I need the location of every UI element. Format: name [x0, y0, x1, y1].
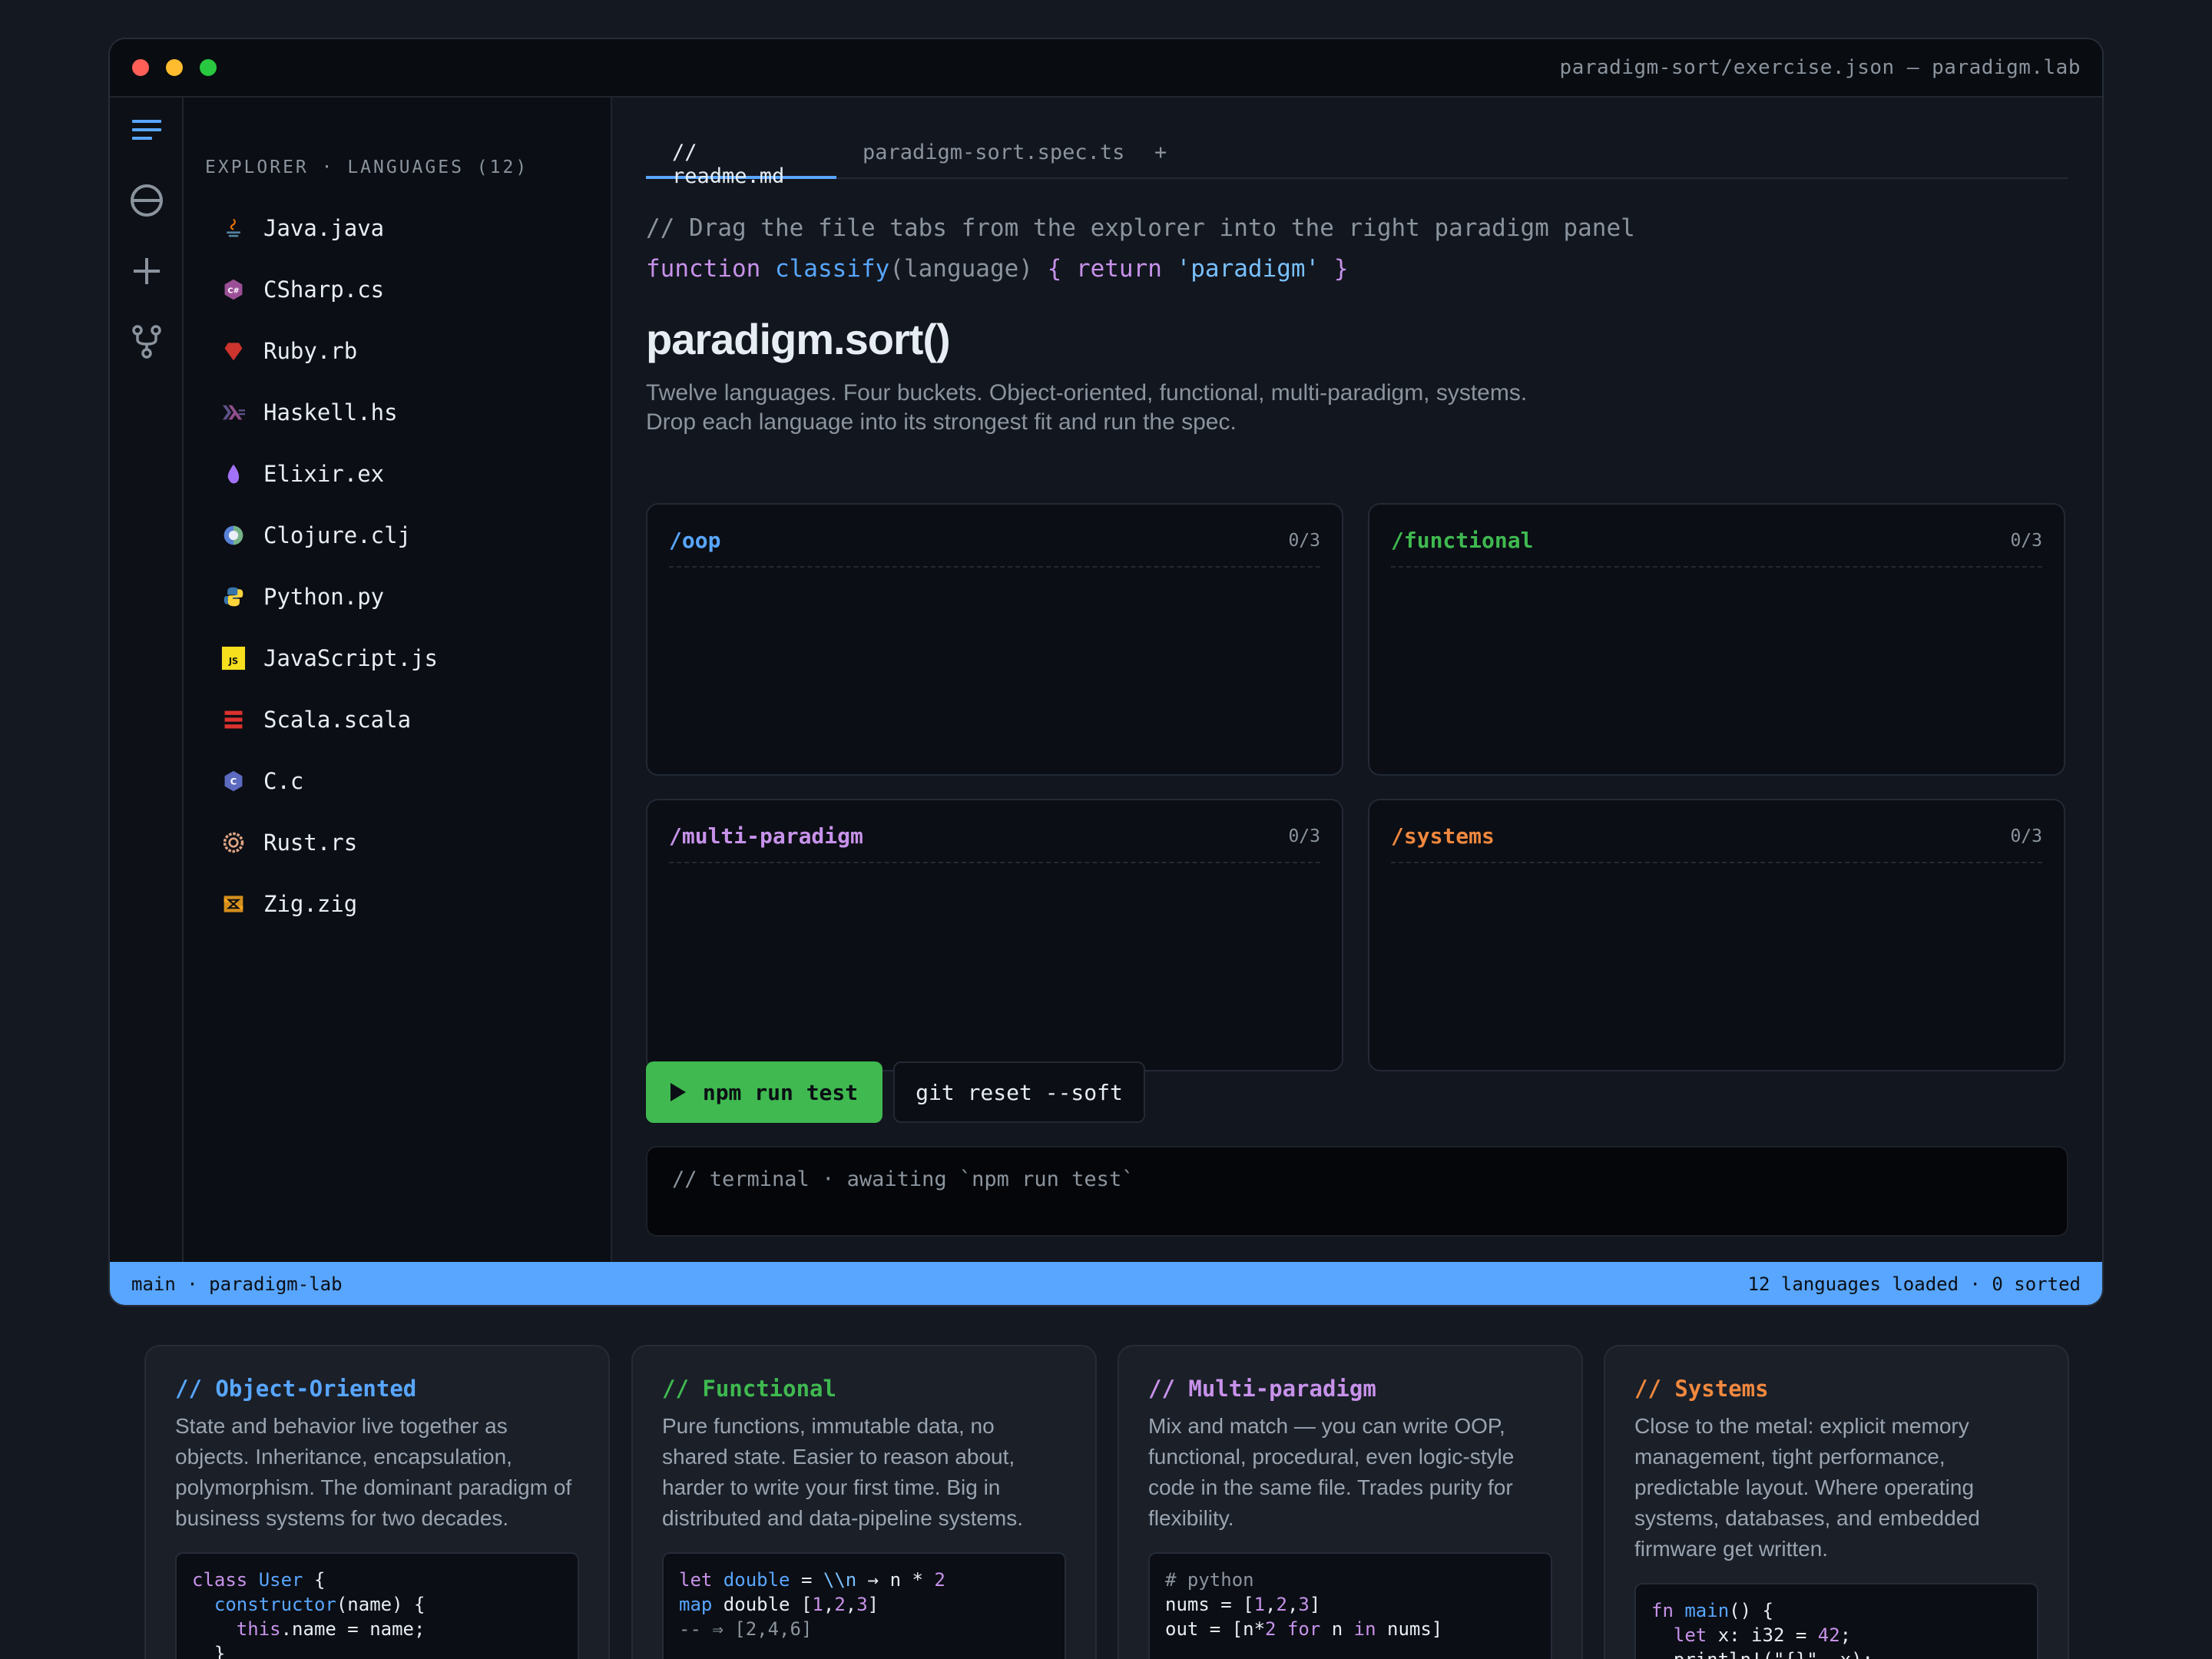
tab-spec[interactable]: paradigm-sort.spec.ts [863, 136, 1124, 179]
ruby-icon [220, 338, 247, 364]
card-title: // Multi-paradigm [1148, 1376, 1376, 1402]
code-snippet: # python nums = [1,2,3] out = [n*2 for n… [1148, 1552, 1552, 1659]
source-control-icon[interactable] [128, 323, 165, 360]
svg-text:C#: C# [227, 286, 239, 295]
file-c[interactable]: C C.c [220, 760, 303, 803]
file-rust[interactable]: Rust.rs [220, 821, 357, 864]
title-bar: paradigm-sort/exercise.json — paradigm.l… [110, 39, 2102, 98]
card-systems: // Systems Close to the metal: explicit … [1604, 1345, 2069, 1659]
file-haskell[interactable]: Haskell.hs [220, 391, 398, 434]
bucket-functional[interactable]: /functional 0/3 [1368, 503, 2065, 776]
file-explorer: EXPLORER · LANGUAGES (12) Java.java C# C… [184, 98, 612, 1262]
card-title: // Systems [1634, 1376, 1769, 1402]
tab-bar: // readme.md paradigm-sort.spec.ts + [646, 136, 2068, 188]
file-python[interactable]: Python.py [220, 575, 384, 618]
editor-window: paradigm-sort/exercise.json — paradigm.l… [108, 38, 2104, 1306]
menu-icon[interactable] [128, 111, 165, 148]
bucket-count: 0/3 [1288, 531, 1320, 551]
play-icon [670, 1083, 686, 1101]
svg-text:JS: JS [228, 657, 238, 667]
file-zig[interactable]: Zig.zig [220, 882, 357, 926]
card-body: Mix and match — you can write OOP, funct… [1148, 1414, 1515, 1530]
page-title: paradigm.sort() [646, 315, 951, 363]
csharp-icon: C# [220, 276, 247, 303]
add-icon[interactable] [128, 253, 165, 290]
file-scala[interactable]: Scala.scala [220, 698, 411, 741]
c-icon: C [220, 768, 247, 794]
java-icon [220, 215, 247, 241]
card-functional: // Functional Pure functions, immutable … [631, 1345, 1097, 1659]
readme-code: function classify(language) { return 'pa… [646, 255, 1349, 283]
readme-comment: // Drag the file tabs from the explorer … [646, 214, 1635, 242]
file-java[interactable]: Java.java [220, 207, 384, 250]
scala-icon [220, 707, 247, 733]
bucket-title: /multi-paradigm [669, 823, 863, 849]
window-title: paradigm-sort/exercise.json — paradigm.l… [1559, 56, 2081, 79]
bucket-systems[interactable]: /systems 0/3 [1368, 799, 2065, 1071]
card-multi-paradigm: // Multi-paradigm Mix and match — you ca… [1118, 1345, 1583, 1659]
run-test-button[interactable]: npm run test [646, 1061, 882, 1123]
new-tab-button[interactable]: + [1154, 136, 1167, 179]
card-title: // Object-Oriented [175, 1376, 417, 1402]
card-title: // Functional [662, 1376, 836, 1402]
code-snippet: fn main() { let x: i32 = 42; println!("{… [1634, 1583, 2038, 1659]
maximize-window-button[interactable] [200, 59, 217, 76]
bucket-title: /functional [1391, 528, 1534, 553]
card-oop: // Object-Oriented State and behavior li… [144, 1345, 610, 1659]
extensions-icon[interactable] [128, 182, 165, 219]
code-snippet: class User { constructor(name) { this.na… [175, 1552, 579, 1659]
page-description: Twelve languages. Four buckets. Object-o… [646, 380, 1528, 435]
clojure-icon [220, 522, 247, 548]
code-snippet: let double = \\n → n * 2 map double [1,2… [662, 1552, 1066, 1659]
bucket-count: 0/3 [2010, 826, 2042, 846]
card-body: Pure functions, immutable data, no share… [662, 1414, 1024, 1530]
explorer-title: EXPLORER · LANGUAGES (12) [205, 157, 529, 177]
status-summary: 12 languages loaded · 0 sorted [1747, 1273, 2081, 1295]
card-body: State and behavior live together as obje… [175, 1414, 572, 1530]
python-icon [220, 584, 247, 610]
terminal-output: // terminal · awaiting `npm run test` [672, 1167, 1134, 1191]
minimize-window-button[interactable] [166, 59, 183, 76]
zig-icon [220, 891, 247, 917]
file-elixir[interactable]: Elixir.ex [220, 452, 384, 495]
bucket-oop[interactable]: /oop 0/3 [646, 503, 1343, 776]
file-ruby[interactable]: Ruby.rb [220, 329, 357, 373]
bucket-title: /systems [1391, 823, 1495, 849]
bucket-count: 0/3 [1288, 826, 1320, 846]
file-csharp[interactable]: C# CSharp.cs [220, 268, 384, 311]
terminal-panel: // terminal · awaiting `npm run test` [646, 1146, 2068, 1237]
elixir-icon [220, 461, 247, 487]
javascript-icon: JS [220, 645, 247, 671]
file-clojure[interactable]: Clojure.clj [220, 514, 411, 557]
tab-readme[interactable]: // readme.md [646, 136, 836, 188]
status-branch[interactable]: main · paradigm-lab [131, 1273, 343, 1295]
reset-button[interactable]: git reset --soft [893, 1061, 1145, 1123]
activity-bar [110, 98, 184, 1262]
bucket-count: 0/3 [2010, 531, 2042, 551]
svg-text:C: C [230, 776, 237, 786]
editor-main: // readme.md paradigm-sort.spec.ts + // … [612, 98, 2102, 1262]
close-window-button[interactable] [132, 59, 149, 76]
haskell-icon [220, 399, 247, 426]
bucket-title: /oop [669, 528, 721, 553]
card-body: Close to the metal: explicit memory mana… [1634, 1414, 1980, 1561]
bucket-multi-paradigm[interactable]: /multi-paradigm 0/3 [646, 799, 1343, 1071]
status-bar: main · paradigm-lab 12 languages loaded … [110, 1262, 2102, 1305]
rust-icon [220, 830, 247, 856]
file-javascript[interactable]: JS JavaScript.js [220, 637, 438, 680]
